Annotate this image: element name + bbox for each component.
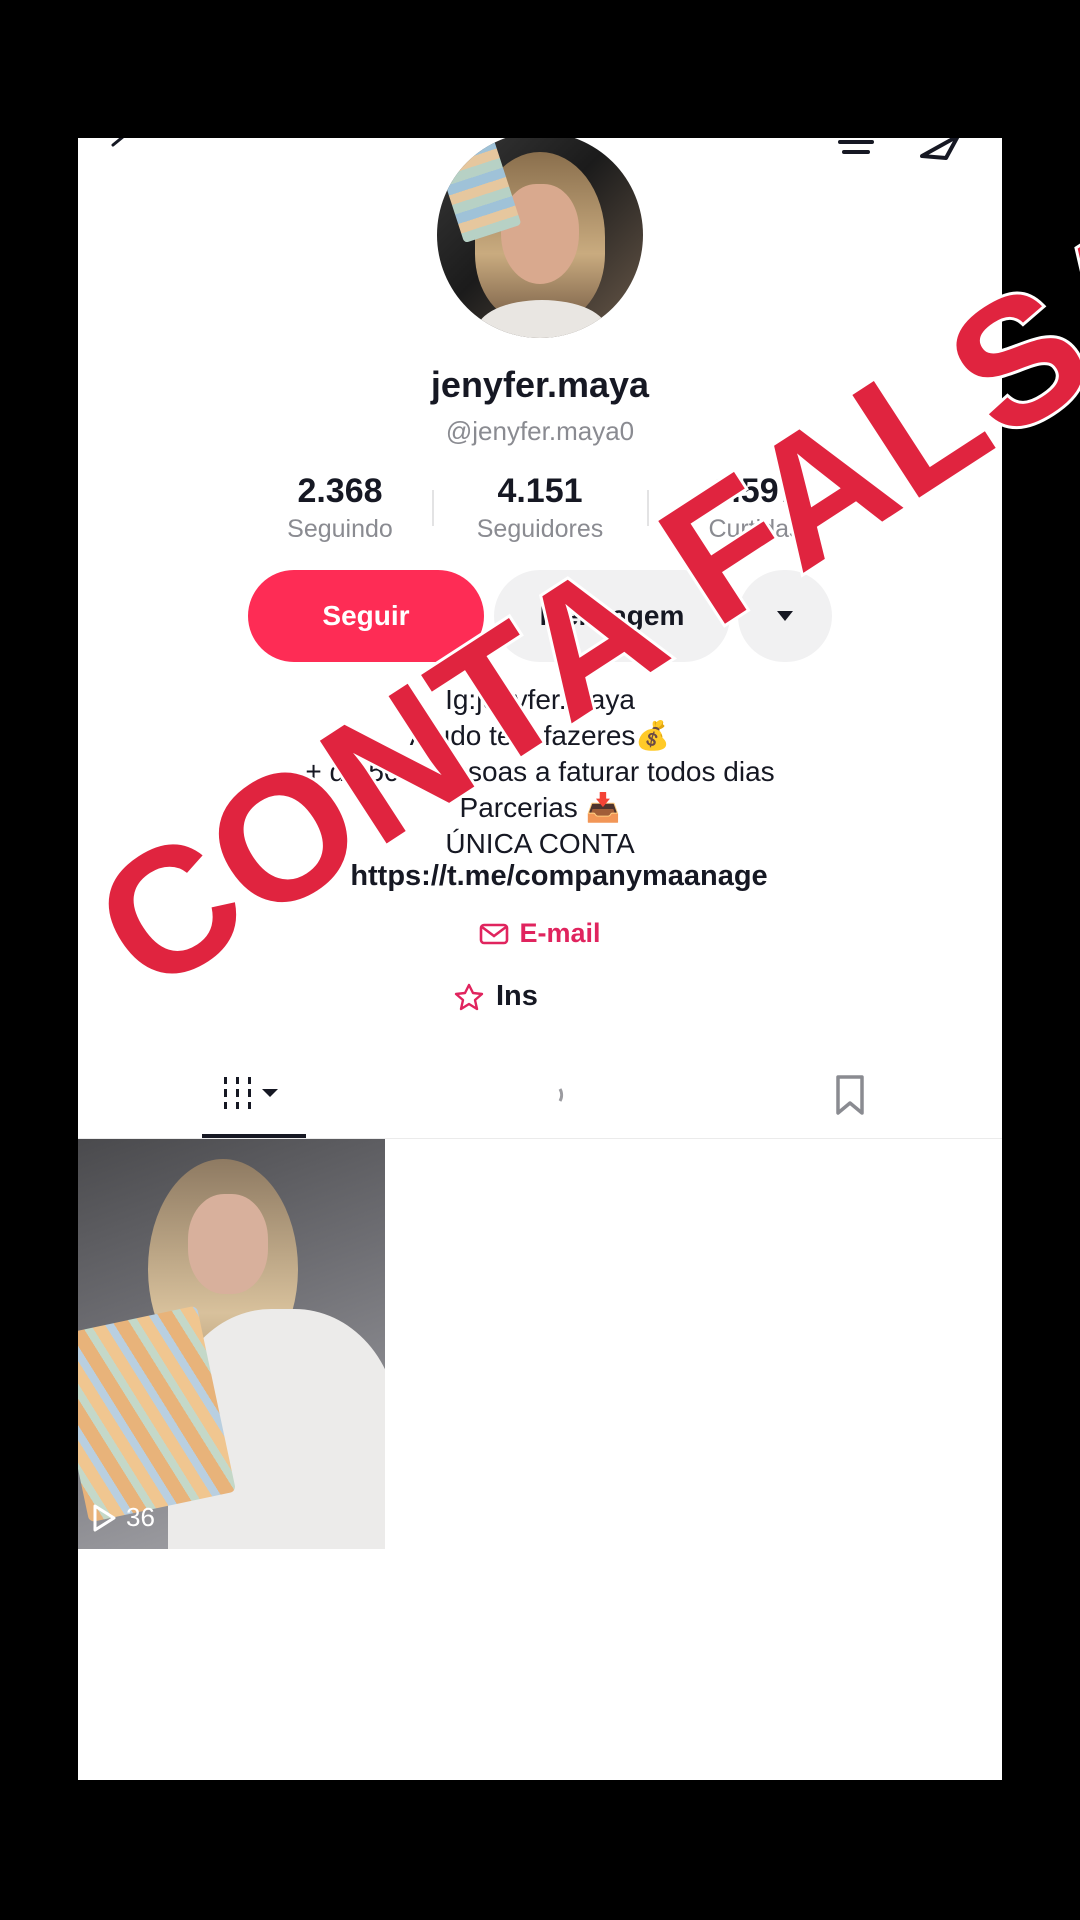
instagram-label: Ins [496,980,538,1012]
grid-icon [224,1077,278,1109]
back-arrow-icon[interactable] [108,138,130,156]
avatar[interactable] [437,138,643,338]
share-icon[interactable] [918,138,962,162]
star-icon [454,983,484,1010]
play-icon [93,1504,116,1531]
email-label: E-mail [519,918,601,948]
tab-videos[interactable] [202,1052,306,1138]
stat-following-label: Seguindo [287,515,393,543]
bookmark-icon [836,1075,864,1115]
instagram-link[interactable]: Ins [452,980,538,1013]
video-view-count: 36 [90,1502,155,1533]
stat-following-value: 2.368 [297,472,383,510]
video-thumbnail[interactable] [78,1139,385,1549]
video-views-value: 36 [126,1502,155,1532]
content-tabs [78,1052,1002,1139]
tab-saved[interactable] [798,1052,902,1138]
stat-following[interactable]: 2.368 Seguindo [240,472,440,544]
mail-icon [480,923,509,944]
repost-icon [558,1088,564,1102]
stat-divider [432,490,434,526]
tab-reposts[interactable] [498,1052,602,1138]
notification-bell-icon[interactable] [834,138,878,162]
